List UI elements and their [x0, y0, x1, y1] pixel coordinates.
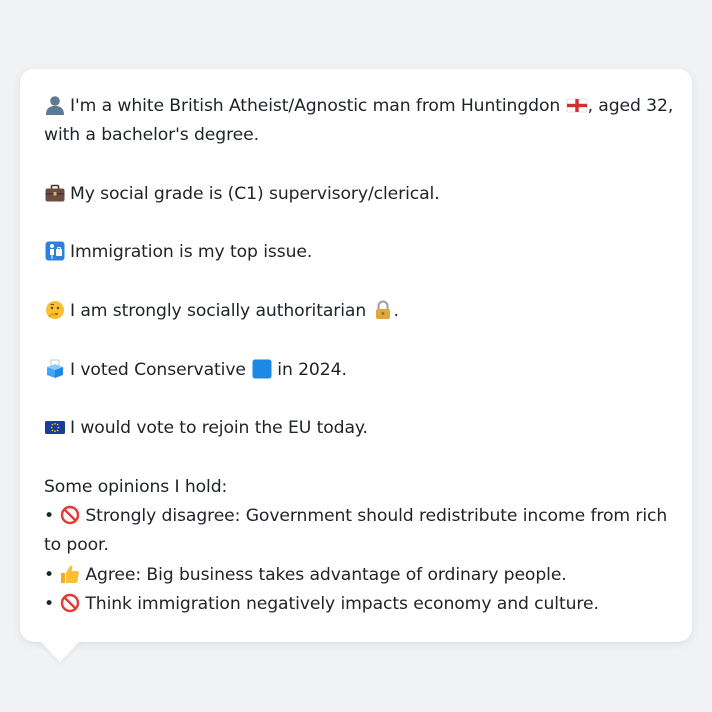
vote-2024-line: I voted Conservative in 2024. [44, 356, 668, 385]
social-stance-period: . [393, 301, 399, 322]
ballot-box-icon [44, 359, 66, 379]
opinions-section: Some opinions I hold: • Strongly disagre… [44, 473, 668, 619]
blue-square-icon [251, 359, 273, 379]
england-flag-icon [566, 95, 588, 115]
identity-age-text: , aged 32, [587, 96, 674, 116]
bullet: • [44, 594, 55, 615]
opinion-item: • Strongly disagree: Government should r… [44, 502, 668, 561]
bubble-tail [40, 641, 80, 662]
briefcase-icon [44, 183, 66, 203]
identity-line: I'm a white British Atheist/Agnostic man… [44, 92, 673, 121]
vote-2024-prefix: I voted Conservative [70, 359, 246, 380]
opinions-heading: Some opinions I hold: [44, 476, 228, 497]
opinion-text: Think immigration negatively impacts eco… [85, 594, 599, 615]
identity-block: I'm a white British Atheist/Agnostic man… [44, 92, 673, 151]
thinking-face-icon [44, 300, 66, 320]
opinion-text: Agree: Big business takes advantage of o… [85, 564, 567, 585]
eu-vote-line: I would vote to rejoin the EU today. [44, 414, 668, 443]
vote-2024-suffix: in 2024. [277, 359, 347, 380]
social-grade-text: My social grade is (C1) supervisory/cler… [70, 183, 440, 204]
passport-control-icon [44, 241, 66, 261]
opinion-item: • Think immigration negatively impacts e… [44, 590, 668, 619]
prohibited-icon [59, 505, 81, 525]
identity-text: I'm a white British Atheist/Agnostic man… [70, 96, 561, 116]
social-stance-text: I am strongly socially authoritarian [70, 301, 367, 322]
eu-vote-text: I would vote to rejoin the EU today. [70, 418, 368, 439]
education-line: with a bachelor's degree. [44, 125, 259, 146]
lock-icon [372, 300, 394, 320]
thumbs-up-icon [59, 564, 81, 584]
top-issue-text: Immigration is my top issue. [70, 242, 313, 263]
prohibited-icon [59, 593, 81, 613]
eu-flag-icon [44, 417, 66, 437]
top-issue-line: Immigration is my top issue. [44, 238, 668, 267]
bullet: • [44, 564, 55, 585]
bullet: • [44, 506, 55, 527]
social-stance-line: I am strongly socially authoritarian . [44, 297, 668, 326]
person-silhouette-icon [44, 95, 66, 115]
message-bubble: I'm a white British Atheist/Agnostic man… [20, 69, 692, 642]
social-grade-line: My social grade is (C1) supervisory/cler… [44, 180, 668, 209]
opinion-item: • Agree: Big business takes advantage of… [44, 561, 668, 590]
opinion-text: Strongly disagree: Government should red… [44, 506, 668, 556]
